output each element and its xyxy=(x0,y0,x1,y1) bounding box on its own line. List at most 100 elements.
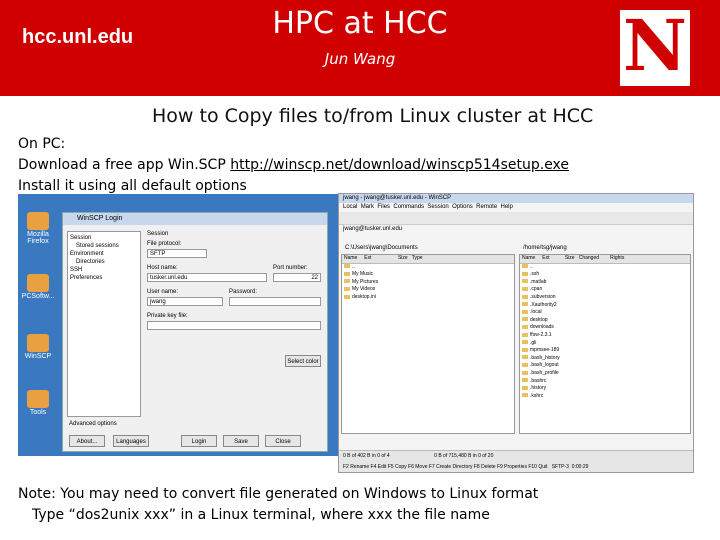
file-row[interactable]: .history xyxy=(520,385,690,393)
folder-icon xyxy=(522,385,528,390)
about-button[interactable]: About... xyxy=(69,435,105,447)
remote-status: 0 B of 715,480 B in 0 of 20 xyxy=(434,453,494,459)
file-row[interactable]: My Videos xyxy=(342,286,514,294)
file-row[interactable]: .bash_profile xyxy=(520,370,690,378)
desktop-icon-firefox[interactable]: Mozilla Firefox xyxy=(20,212,56,245)
languages-button[interactable]: Languages xyxy=(113,435,149,447)
advanced-options-checkbox[interactable]: Advanced options xyxy=(69,421,117,427)
file-row[interactable]: .bash_history xyxy=(520,355,690,363)
winscp-download-link[interactable]: http://winscp.net/download/winscp514setu… xyxy=(230,157,569,173)
save-button[interactable]: Save xyxy=(223,435,259,447)
file-row[interactable]: desktop xyxy=(520,317,690,325)
folder-icon xyxy=(522,362,528,367)
local-status: 0 B of 402 B in 0 of 4 xyxy=(343,453,390,459)
file-row[interactable]: .. xyxy=(342,264,514,272)
local-file-pane: Name Ext Size Type .. My Music My Pictur… xyxy=(341,254,515,434)
folder-icon xyxy=(522,393,528,398)
tree-item-ssh[interactable]: SSH xyxy=(70,266,138,274)
menu-commands[interactable]: Commands xyxy=(393,204,424,210)
folder-icon xyxy=(522,287,528,292)
password-input[interactable] xyxy=(229,297,321,306)
tree-item-directories[interactable]: Directories xyxy=(70,258,138,266)
folder-icon xyxy=(522,271,528,276)
col-type[interactable]: Type xyxy=(412,255,423,261)
col-changed[interactable]: Changed xyxy=(579,255,599,261)
download-text: Download a free app Win.SCP xyxy=(18,157,231,173)
folder-icon xyxy=(522,340,528,345)
file-row[interactable]: .ssh xyxy=(520,271,690,279)
commander-menu: Local Mark Files Commands Session Option… xyxy=(339,203,693,212)
key-file-input[interactable] xyxy=(147,321,321,330)
col-name[interactable]: Name xyxy=(522,255,535,261)
host-input[interactable]: tusker.unl.edu xyxy=(147,273,267,282)
folder-icon xyxy=(522,294,528,299)
file-row[interactable]: desktop.ini xyxy=(342,294,514,302)
folder-icon xyxy=(522,264,528,269)
col-ext[interactable]: Ext xyxy=(542,255,549,261)
menu-remote[interactable]: Remote xyxy=(476,204,497,210)
file-row[interactable]: My Music xyxy=(342,271,514,279)
menu-local[interactable]: Local xyxy=(343,204,357,210)
folder-icon xyxy=(522,325,528,330)
app-icon xyxy=(27,274,49,292)
file-row[interactable]: downloads xyxy=(520,324,690,332)
close-button[interactable]: Close xyxy=(265,435,301,447)
winscp-icon xyxy=(27,334,49,352)
file-row[interactable]: .cpan xyxy=(520,286,690,294)
desktop-icon-tools[interactable]: Tools xyxy=(20,390,56,416)
file-row[interactable]: mpmsee-189 xyxy=(520,347,690,355)
menu-files[interactable]: Files xyxy=(377,204,390,210)
file-row[interactable]: .. xyxy=(520,264,690,272)
file-row[interactable]: ffsw-2.3.1 xyxy=(520,332,690,340)
folder-icon xyxy=(522,309,528,314)
tree-item-session[interactable]: Session xyxy=(70,234,138,242)
file-row[interactable]: .local xyxy=(520,309,690,317)
tree-item-preferences[interactable]: Preferences xyxy=(70,274,138,282)
tree-item-environment[interactable]: Environment xyxy=(70,250,138,258)
port-label: Port number: xyxy=(273,265,308,271)
port-input[interactable]: 22 xyxy=(273,273,321,282)
remote-path[interactable]: /home/tsg/jwang xyxy=(519,244,567,253)
local-path[interactable]: C:\Users\jwang\Documents xyxy=(341,244,418,253)
note-line-1: Note: You may need to convert file gener… xyxy=(18,486,539,502)
menu-session[interactable]: Session xyxy=(427,204,448,210)
file-row[interactable]: .bashrc xyxy=(520,378,690,386)
function-key-bar[interactable]: F2 Rename F4 Edit F5 Copy F6 Move F7 Cre… xyxy=(343,464,548,470)
login-button[interactable]: Login xyxy=(181,435,217,447)
desktop-icon-winscp[interactable]: WinSCP xyxy=(20,334,56,360)
session-group-label: Session xyxy=(147,231,169,237)
col-rights[interactable]: Rights xyxy=(610,255,624,261)
folder-icon xyxy=(522,355,528,360)
user-label: User name: xyxy=(147,289,179,295)
file-row[interactable]: My Pictures xyxy=(342,279,514,287)
protocol-status: SFTP-3 xyxy=(551,464,569,470)
folder-icon xyxy=(344,287,350,292)
slide-subtitle: How to Copy files to/from Linux cluster … xyxy=(152,105,594,127)
file-row[interactable]: .Xauthority2 xyxy=(520,302,690,310)
winscp-commander-screenshot: jwang - jwang@tusker.unl.edu - WinSCP Lo… xyxy=(338,193,694,473)
col-ext[interactable]: Ext xyxy=(364,255,371,261)
file-row[interactable]: .subversion xyxy=(520,294,690,302)
col-name[interactable]: Name xyxy=(344,255,357,261)
menu-options[interactable]: Options xyxy=(452,204,473,210)
select-color-button[interactable]: Select color xyxy=(285,355,321,367)
file-row[interactable]: .bash_logout xyxy=(520,362,690,370)
menu-mark[interactable]: Mark xyxy=(361,204,374,210)
col-size[interactable]: Size xyxy=(565,255,575,261)
session-tab[interactable]: jwang@tusker.unl.edu xyxy=(339,225,693,234)
col-size[interactable]: Size xyxy=(398,255,408,261)
slide-title: HPC at HCC xyxy=(272,6,448,41)
winscp-login-screenshot: Mozilla Firefox PCSoftw... WinSCP Tools … xyxy=(18,194,338,456)
desktop-icon-pcsoft[interactable]: PCSoftw... xyxy=(20,274,56,300)
user-input[interactable]: jwang xyxy=(147,297,223,306)
file-row[interactable]: .gli xyxy=(520,340,690,348)
remote-file-pane: Name Ext Size Changed Rights .. .ssh .matl… xyxy=(519,254,691,434)
protocol-select[interactable]: SFTP xyxy=(147,249,207,258)
file-row[interactable]: .matlab xyxy=(520,279,690,287)
tree-item-stored[interactable]: Stored sessions xyxy=(70,242,138,250)
slide-header: hcc.unl.edu HPC at HCC Jun Wang N xyxy=(0,0,720,96)
menu-help[interactable]: Help xyxy=(501,204,513,210)
commander-toolbar xyxy=(339,212,693,225)
file-row[interactable]: .kshrc xyxy=(520,393,690,401)
university-logo: N xyxy=(620,6,690,86)
